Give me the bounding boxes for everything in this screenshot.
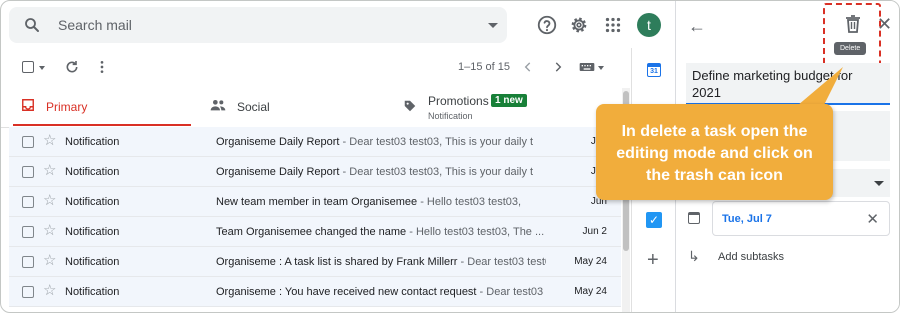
mail-snippet: - Dear test03 test03 xyxy=(479,286,546,298)
subtask-icon: ↳ xyxy=(688,248,700,264)
mail-row[interactable]: ☆ Notification Team Organisemee changed … xyxy=(9,217,621,247)
mail-snippet: - Hello test03 test03, The ... xyxy=(406,226,545,238)
row-checkbox[interactable] xyxy=(22,226,34,238)
keyboard-icon[interactable] xyxy=(579,61,595,73)
mail-subject: Organiseme : A task list is shared by Fr… xyxy=(216,256,458,268)
star-icon[interactable]: ☆ xyxy=(43,283,56,299)
clear-date-icon[interactable]: ✕ xyxy=(866,210,879,228)
mail-sender: Notification xyxy=(65,196,120,208)
mail-subject: Organiseme Daily Report xyxy=(216,136,340,148)
row-checkbox[interactable] xyxy=(22,286,34,298)
mail-sender: Notification xyxy=(65,136,120,148)
mail-row[interactable]: ☆ Notification Organiseme : A task list … xyxy=(9,247,621,277)
inbox-icon xyxy=(22,99,34,111)
back-arrow-icon[interactable]: ← xyxy=(688,16,706,37)
mail-subject-line: Organiseme Daily Report - Dear test03 te… xyxy=(216,166,546,178)
row-checkbox[interactable] xyxy=(22,166,34,178)
callout-text: In delete a task open the editing mode a… xyxy=(616,123,813,184)
prev-page-icon[interactable] xyxy=(521,60,535,74)
mail-date: Jun 2 xyxy=(582,226,607,237)
calendar-icon[interactable]: 31 xyxy=(647,63,661,77)
mail-subject: Team Organisemee changed the name xyxy=(216,226,407,238)
mail-subject: Organiseme : You have received new conta… xyxy=(216,286,477,298)
task-title-field[interactable]: Define marketing budget for 2021 xyxy=(686,63,890,105)
tag-icon xyxy=(404,100,416,112)
apps-grid-icon[interactable] xyxy=(602,14,624,36)
mail-sender: Notification xyxy=(65,166,120,178)
mail-sender: Notification xyxy=(65,226,120,238)
event-icon xyxy=(688,212,700,224)
close-icon[interactable]: ✕ xyxy=(877,14,892,35)
search-bar[interactable]: Search mail xyxy=(9,7,507,43)
tab-promotions-sublabel: Notification xyxy=(428,111,473,121)
more-vert-icon[interactable] xyxy=(94,59,110,75)
chevron-down-icon xyxy=(874,181,884,186)
tab-social-label: Social xyxy=(237,100,270,114)
add-subtasks-button[interactable]: Add subtasks xyxy=(718,251,784,263)
row-checkbox[interactable] xyxy=(22,196,34,208)
tab-social[interactable]: Social xyxy=(206,88,386,128)
mail-subject: Organiseme Daily Report xyxy=(216,166,340,178)
mail-sender: Notification xyxy=(65,286,120,298)
tab-primary-label: Primary xyxy=(46,100,88,114)
mail-category-tabs: Primary Social Promotions 1 new Notifica… xyxy=(1,88,621,128)
row-checkbox[interactable] xyxy=(22,136,34,148)
instruction-callout: In delete a task open the editing mode a… xyxy=(596,104,833,200)
search-options-caret-icon[interactable] xyxy=(488,23,498,28)
mail-date: May 24 xyxy=(574,286,607,297)
mail-subject-line: Organiseme : A task list is shared by Fr… xyxy=(216,256,546,268)
mail-toolbar: 1–15 of 15 xyxy=(1,48,631,88)
mail-snippet: - Dear test03 test03, This is your daily… xyxy=(339,136,534,148)
gear-icon[interactable] xyxy=(568,14,590,36)
people-icon xyxy=(210,100,226,111)
star-icon[interactable]: ☆ xyxy=(43,193,56,209)
mail-date: May 24 xyxy=(574,256,607,267)
next-page-icon[interactable] xyxy=(551,60,565,74)
pagination-text: 1–15 of 15 xyxy=(458,61,510,73)
new-count-badge: 1 new xyxy=(491,94,527,107)
mail-snippet: - Hello test03 test03, xyxy=(417,196,522,208)
row-checkbox[interactable] xyxy=(22,256,34,268)
mail-subject: New team member in team Organisemee xyxy=(216,196,418,208)
select-all-checkbox[interactable] xyxy=(22,61,34,73)
add-app-icon[interactable]: + xyxy=(647,250,659,270)
mail-row[interactable]: ☆ Notification Organiseme Daily Report -… xyxy=(9,157,621,187)
help-icon[interactable] xyxy=(536,14,558,36)
search-icon[interactable] xyxy=(23,16,41,34)
due-date-chip[interactable]: Tue, Jul 7 ✕ xyxy=(712,201,890,236)
mail-subject-line: Team Organisemee changed the name - Hell… xyxy=(216,226,546,238)
due-date-text: Tue, Jul 7 xyxy=(722,213,772,225)
mail-row[interactable]: ☆ Notification New team member in team O… xyxy=(9,187,621,217)
tab-promotions-label: Promotions xyxy=(428,94,489,108)
screenshot-frame: Search mail t 1–15 of 15 Primary Social … xyxy=(0,0,900,313)
active-tab-indicator xyxy=(13,124,191,126)
avatar[interactable]: t xyxy=(637,13,661,37)
highlight-dashed-box xyxy=(823,3,881,66)
star-icon[interactable]: ☆ xyxy=(43,133,56,149)
tasks-icon[interactable]: ✓ xyxy=(646,212,662,228)
select-caret-icon[interactable] xyxy=(39,66,45,70)
mail-subject-line: New team member in team Organisemee - He… xyxy=(216,196,546,208)
mail-row[interactable]: ☆ Notification Organiseme : You have rec… xyxy=(9,277,621,307)
star-icon[interactable]: ☆ xyxy=(43,253,56,269)
mail-sender: Notification xyxy=(65,256,120,268)
star-icon[interactable]: ☆ xyxy=(43,223,56,239)
mail-snippet: - Dear test03 test03 xyxy=(460,256,546,268)
mail-snippet: - Dear test03 test03, This is your daily… xyxy=(339,166,534,178)
input-tools-caret-icon[interactable] xyxy=(598,66,604,70)
refresh-icon[interactable] xyxy=(64,59,80,75)
mail-row[interactable]: ☆ Notification Organiseme Daily Report -… xyxy=(9,127,621,157)
mail-subject-line: Organiseme : You have received new conta… xyxy=(216,286,546,298)
star-icon[interactable]: ☆ xyxy=(43,163,56,179)
tab-primary[interactable]: Primary xyxy=(13,88,191,128)
mail-subject-line: Organiseme Daily Report - Dear test03 te… xyxy=(216,136,546,148)
search-input[interactable]: Search mail xyxy=(58,17,132,33)
